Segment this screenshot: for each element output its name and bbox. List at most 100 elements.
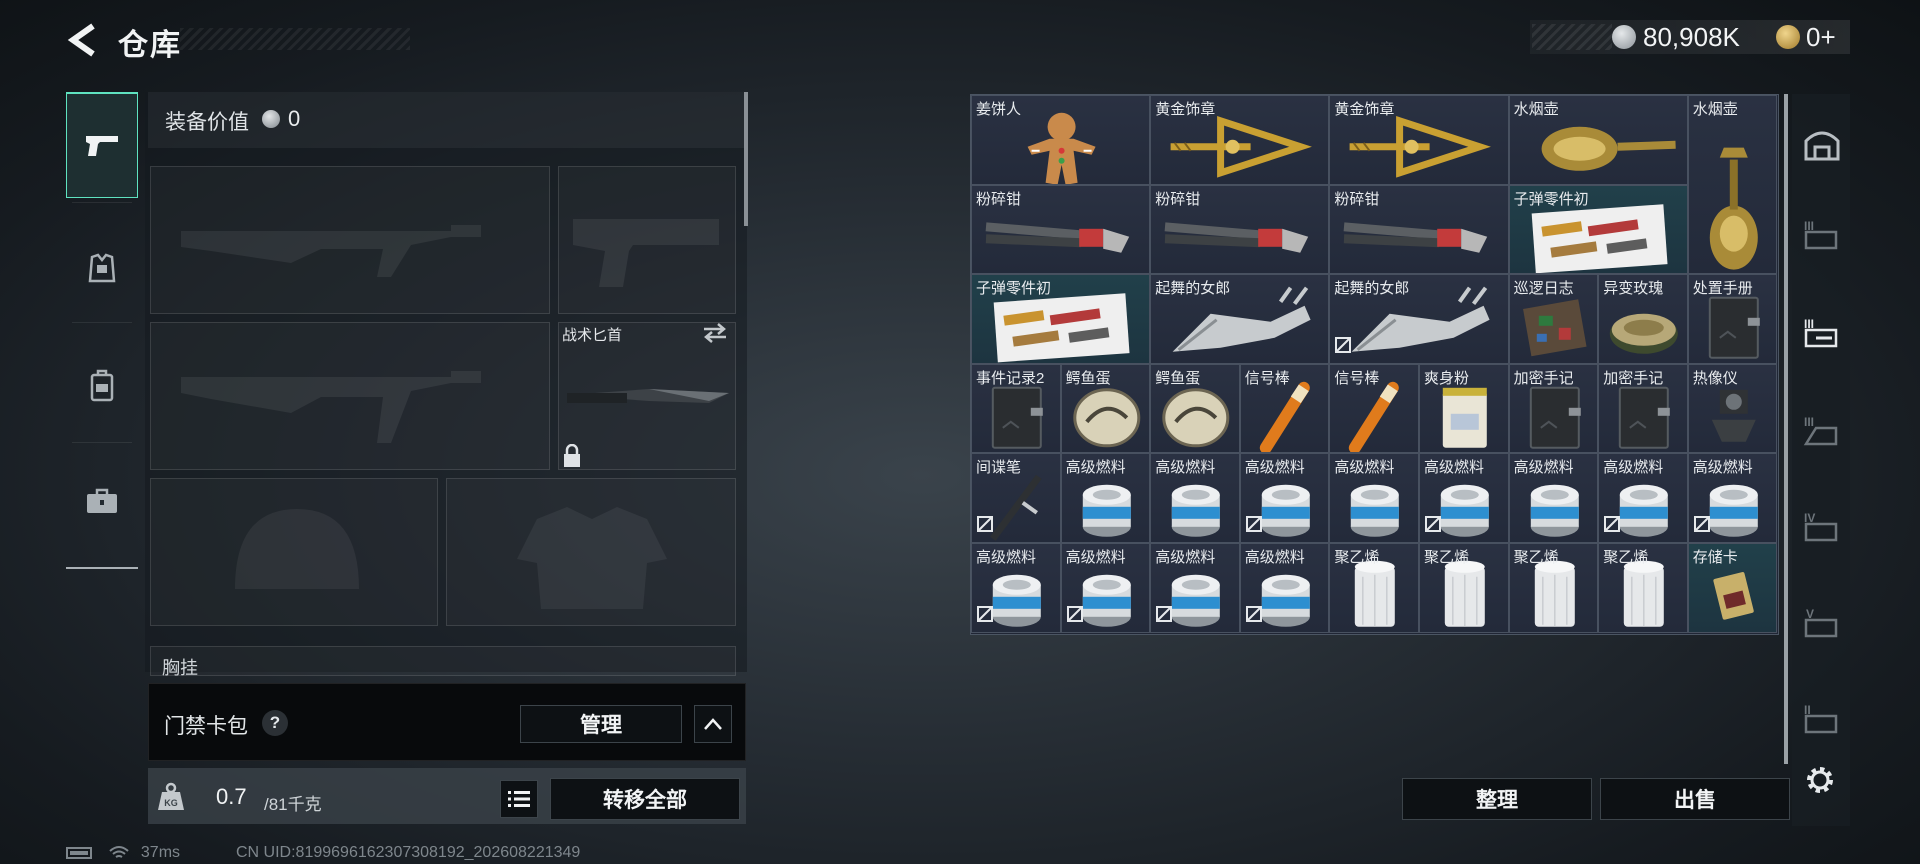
filter-tab-tier-3-c[interactable]: III: [1800, 408, 1844, 452]
filter-tab-tier-3-a[interactable]: III: [1800, 212, 1844, 256]
transfer-all-button[interactable]: 转移全部: [550, 778, 740, 820]
list-view-button[interactable]: [500, 780, 538, 818]
inventory-item[interactable]: 高级燃料: [1239, 543, 1330, 633]
inventory-item[interactable]: 事件记录2: [971, 363, 1061, 454]
unbound-icon: [1245, 515, 1263, 538]
inventory-item[interactable]: 间谍笔: [971, 453, 1061, 543]
inventory-item[interactable]: 巡逻日志: [1508, 274, 1599, 364]
inventory-item[interactable]: 起舞的女郎: [1150, 274, 1330, 364]
filter-tab-tier-5[interactable]: V: [1800, 600, 1844, 644]
settings-gear-icon[interactable]: [1800, 760, 1840, 805]
inventory-item[interactable]: 黄金饰章: [1329, 95, 1509, 185]
inventory-item[interactable]: 黄金饰章: [1150, 95, 1330, 185]
inventory-item[interactable]: 粉碎钳: [1329, 184, 1509, 275]
item-name: 高级燃料: [1155, 549, 1216, 566]
weight-current: 0.7: [216, 784, 247, 809]
inventory-item[interactable]: 高级燃料: [1329, 453, 1419, 543]
item-name: 粉碎钳: [1334, 190, 1380, 208]
inventory-scrollbar[interactable]: [1784, 94, 1788, 764]
filter-tab-all[interactable]: [1800, 122, 1844, 166]
item-name: 间谍笔: [976, 459, 1022, 477]
item-name: 子弹零件初: [1513, 190, 1589, 208]
back-button[interactable]: [64, 18, 100, 62]
inventory-item[interactable]: 子弹零件初: [1508, 184, 1688, 275]
inventory-item[interactable]: 鳄鱼蛋: [1060, 363, 1151, 454]
inventory-item[interactable]: 水烟壶: [1687, 95, 1778, 275]
inventory-item[interactable]: 姜饼人: [971, 95, 1151, 185]
equipment-scrollbar[interactable]: [744, 92, 748, 226]
item-name: 高级燃料: [1692, 459, 1753, 477]
inventory-item[interactable]: 加密手记: [1598, 363, 1688, 454]
filter-tab-tier-2[interactable]: II: [1800, 696, 1844, 740]
collapse-button[interactable]: [694, 705, 732, 743]
inventory-item[interactable]: 鳄鱼蛋: [1150, 363, 1240, 454]
body-armor-slot[interactable]: [446, 478, 736, 626]
inventory-item[interactable]: 处置手册: [1687, 274, 1778, 364]
inventory-item[interactable]: 起舞的女郎: [1329, 274, 1509, 364]
premium-amount[interactable]: 0+: [1806, 22, 1836, 53]
manage-button[interactable]: 管理: [520, 705, 682, 743]
inventory-item[interactable]: 加密手记: [1508, 363, 1599, 454]
secondary-weapon-slot[interactable]: [150, 322, 550, 470]
armor-silhouette-icon: [517, 507, 667, 609]
pistol-slot[interactable]: [558, 166, 736, 314]
inventory-item[interactable]: 聚乙烯: [1329, 543, 1419, 633]
briefcase-icon: [87, 488, 117, 513]
back-arrow-icon: [67, 23, 95, 57]
inventory-item[interactable]: 高级燃料: [1598, 453, 1688, 543]
filter-tab-tier-4[interactable]: IV: [1800, 504, 1844, 548]
primary-weapon-slot[interactable]: [150, 166, 550, 314]
ping: 37ms: [140, 844, 181, 861]
inventory-item[interactable]: 子弹零件初: [971, 274, 1151, 364]
item-name: 高级燃料: [1155, 459, 1216, 477]
inventory-item[interactable]: 异变玫瑰: [1598, 274, 1688, 364]
inventory-item[interactable]: 高级燃料: [1060, 453, 1151, 543]
inventory-item[interactable]: 爽身粉: [1419, 363, 1509, 454]
inventory-item[interactable]: 聚乙烯: [1598, 543, 1688, 633]
tier-3-icon: III: [1804, 219, 1838, 250]
tab-case[interactable]: [66, 448, 138, 554]
inventory-item[interactable]: 信号棒: [1239, 363, 1330, 454]
inventory-item[interactable]: 高级燃料: [971, 543, 1061, 633]
page-title: 仓库: [118, 29, 182, 62]
value-coin-icon: [262, 110, 280, 128]
chest-rig-slot[interactable]: [150, 646, 736, 676]
inventory-item[interactable]: 高级燃料: [1060, 543, 1151, 633]
help-button[interactable]: ?: [262, 710, 288, 736]
tab-weapons[interactable]: [66, 92, 138, 198]
weight-max: /81千克: [264, 795, 322, 814]
item-name: 热像仪: [1692, 369, 1738, 387]
filter-tab-tier-3-b[interactable]: III: [1800, 310, 1844, 354]
inventory-item[interactable]: 粉碎钳: [1150, 184, 1330, 275]
item-name: 黄金饰章: [1334, 101, 1395, 118]
unbound-icon: [1334, 336, 1352, 359]
inventory-item[interactable]: 热像仪: [1687, 363, 1778, 454]
inventory-item[interactable]: 水烟壶: [1508, 95, 1688, 185]
item-name: 巡逻日志: [1513, 280, 1574, 298]
battery-icon: [66, 846, 92, 859]
tab-backpack[interactable]: [66, 332, 138, 438]
inventory-item[interactable]: 聚乙烯: [1508, 543, 1599, 633]
inventory-item[interactable]: 高级燃料: [1687, 453, 1778, 543]
inventory-item[interactable]: 存储卡: [1687, 543, 1778, 633]
tier-2-icon: II: [1804, 703, 1838, 734]
inventory-item[interactable]: 粉碎钳: [971, 184, 1151, 275]
item-name: 水烟壶: [1513, 101, 1559, 118]
inventory-item[interactable]: 聚乙烯: [1419, 543, 1509, 633]
inventory-item[interactable]: 信号棒: [1329, 363, 1419, 454]
sell-button[interactable]: 出售: [1600, 778, 1790, 820]
item-name: 高级燃料: [1334, 459, 1395, 477]
inventory-item[interactable]: 高级燃料: [1419, 453, 1509, 543]
helmet-slot[interactable]: [150, 478, 438, 626]
lock-icon: [562, 443, 582, 473]
item-name: 信号棒: [1244, 369, 1290, 387]
inventory-item[interactable]: 高级燃料: [1508, 453, 1599, 543]
item-name: 聚乙烯: [1513, 549, 1559, 566]
inventory-item[interactable]: 高级燃料: [1150, 543, 1240, 633]
inventory-item[interactable]: 高级燃料: [1239, 453, 1330, 543]
item-name: 聚乙烯: [1424, 549, 1470, 566]
tab-armor[interactable]: [66, 216, 138, 322]
inventory-item[interactable]: 高级燃料: [1150, 453, 1240, 543]
swap-icon[interactable]: [702, 322, 728, 349]
sort-button[interactable]: 整理: [1402, 778, 1592, 820]
